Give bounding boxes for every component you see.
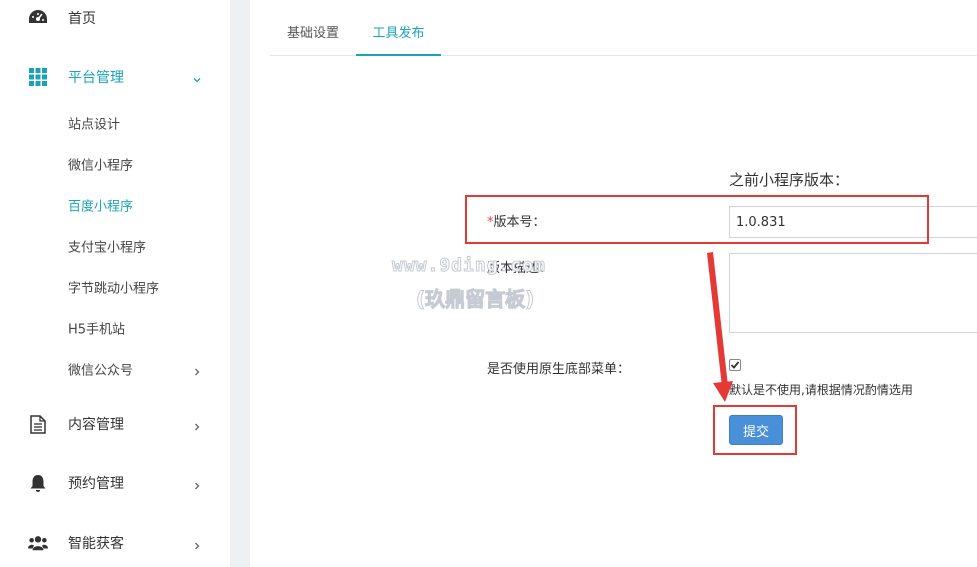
sidebar-item-label: 内容管理	[68, 417, 124, 433]
sidebar-item-platform[interactable]: 平台管理	[0, 59, 230, 95]
dashboard-icon	[28, 8, 48, 28]
sidebar: 首页 平台管理 站点设计 微信小程序 百度小程序 支付宝小程序 字节跳动小程序 …	[0, 0, 230, 567]
sidebar-subitem-site-design[interactable]: 站点设计	[0, 108, 230, 138]
chevron-right-icon	[191, 363, 203, 376]
checkmark-icon	[730, 361, 740, 369]
tab-basic-settings[interactable]: 基础设置	[270, 0, 356, 56]
sidebar-item-content[interactable]: 内容管理	[0, 406, 230, 442]
chevron-right-icon	[191, 477, 203, 490]
sidebar-divider	[230, 0, 250, 567]
sidebar-subitem-alipay-miniprogram[interactable]: 支付宝小程序	[0, 231, 230, 261]
tab-bar: 基础设置 工具发布	[270, 0, 977, 56]
grid-icon	[28, 67, 48, 87]
chevron-right-icon	[191, 537, 203, 550]
sidebar-subitem-h5-site[interactable]: H5手机站	[0, 313, 230, 343]
bell-icon	[28, 473, 48, 493]
sidebar-subitem-label: 微信小程序	[68, 158, 134, 174]
app-root: 首页 平台管理 站点设计 微信小程序 百度小程序 支付宝小程序 字节跳动小程序 …	[0, 0, 977, 567]
watermark-caption: (玖鼎留言板)	[415, 287, 535, 312]
sidebar-item-label: 智能获客	[68, 536, 124, 552]
sidebar-subitem-label: 微信公众号	[68, 363, 134, 379]
sidebar-subitem-label: 站点设计	[68, 117, 121, 133]
tab-tool-publish[interactable]: 工具发布	[356, 0, 441, 56]
sidebar-subitem-label: H5手机站	[68, 322, 126, 338]
native-menu-label: 是否使用原生底部菜单：	[487, 362, 631, 377]
sidebar-subitem-label: 字节跳动小程序	[68, 281, 160, 297]
chevron-right-icon	[191, 418, 203, 431]
sidebar-subitem-label: 百度小程序	[68, 199, 134, 215]
sidebar-subitem-baidu-miniprogram[interactable]: 百度小程序	[0, 190, 230, 220]
sidebar-item-leads[interactable]: 智能获客	[0, 525, 230, 561]
sidebar-subitem-bytedance-miniprogram[interactable]: 字节跳动小程序	[0, 272, 230, 302]
sidebar-subitem-wechat-miniprogram[interactable]: 微信小程序	[0, 149, 230, 179]
native-menu-hint: 默认是不使用,请根据情况酌情选用	[729, 383, 913, 397]
submit-button[interactable]: 提交	[729, 415, 783, 445]
previous-version-label: 之前小程序版本：	[729, 171, 850, 189]
document-icon	[28, 414, 48, 434]
sidebar-item-booking[interactable]: 预约管理	[0, 465, 230, 501]
version-field-label: *版本号：	[487, 211, 546, 230]
users-icon	[28, 533, 48, 553]
description-textarea[interactable]	[729, 253, 977, 333]
sidebar-item-label: 平台管理	[68, 70, 124, 86]
sidebar-item-label: 预约管理	[68, 476, 124, 492]
sidebar-item-label: 首页	[68, 11, 96, 27]
watermark-url: www.9ding.com	[392, 255, 546, 277]
sidebar-subitem-label: 支付宝小程序	[68, 240, 147, 256]
chevron-down-icon	[191, 71, 203, 83]
version-input[interactable]	[729, 206, 977, 238]
sidebar-subitem-wechat-official[interactable]: 微信公众号	[0, 354, 230, 384]
version-label-text: 版本号：	[493, 215, 546, 230]
sidebar-item-home[interactable]: 首页	[0, 0, 230, 36]
native-menu-checkbox[interactable]	[729, 359, 741, 371]
